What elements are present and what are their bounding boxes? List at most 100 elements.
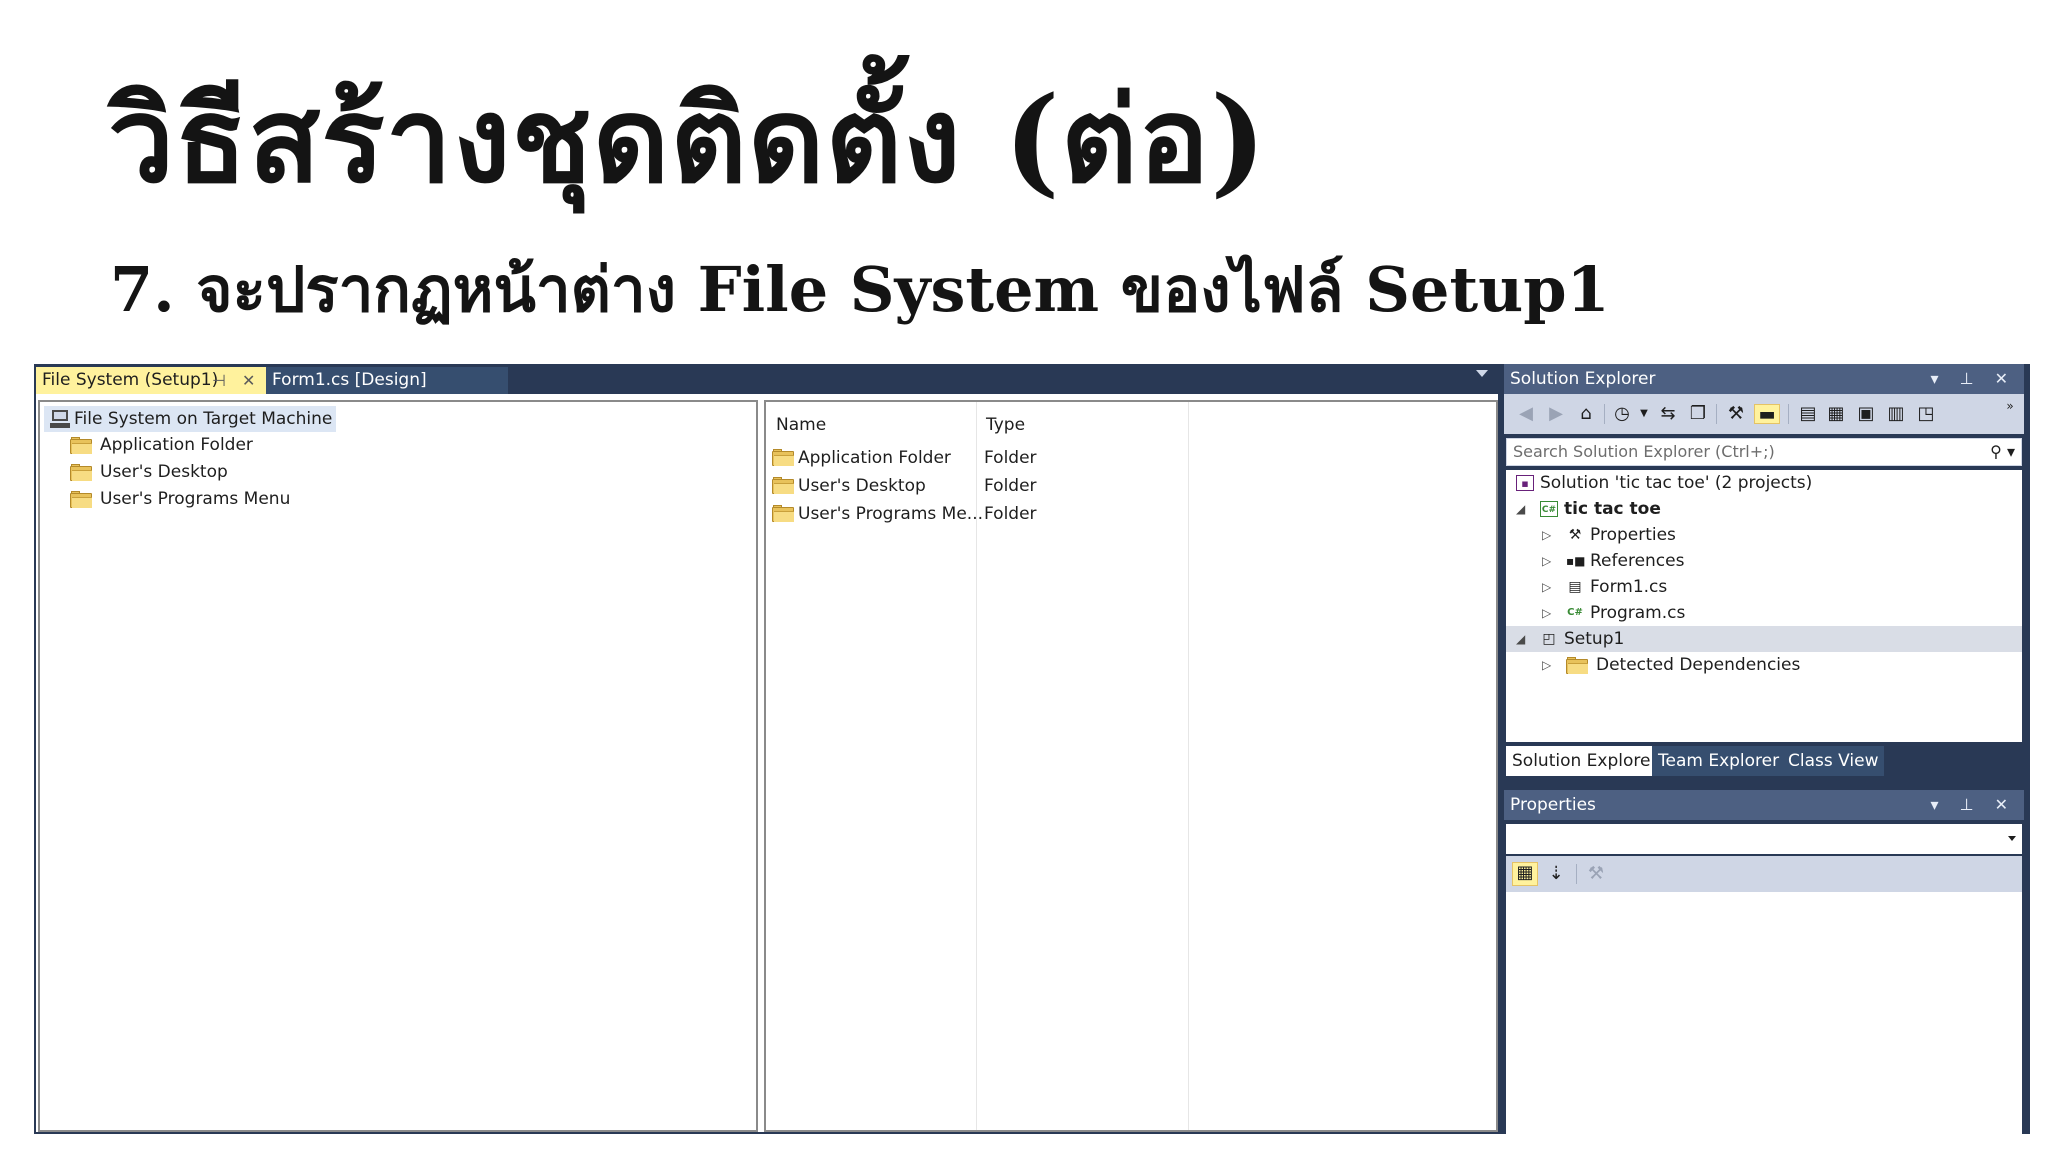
collapsed-arrow-icon[interactable]: ▷ — [1542, 574, 1551, 600]
list-item-type: Folder — [984, 448, 1037, 468]
toolbar-overflow-icon[interactable]: » — [2000, 396, 2020, 416]
tab-file-system-setup1[interactable]: File System (Setup1) ⊣ ✕ — [36, 367, 266, 394]
tree-item-application-folder[interactable]: Application Folder — [70, 432, 253, 458]
solution-explorer-panel: Solution Explorer ▾ ⊥ ✕ ◀ ▶ ⌂ ◷ ▼ ⇆ ❐ ⚒ … — [1504, 364, 2024, 784]
solution-explorer-tree: ▪ Solution 'tic tac toe' (2 projects) ◢ … — [1506, 470, 2022, 742]
tree-item-solution[interactable]: ▪ Solution 'tic tac toe' (2 projects) — [1506, 470, 2022, 496]
list-item-name: User's Programs Me... — [798, 504, 982, 524]
collapsed-arrow-icon[interactable]: ▷ — [1542, 522, 1551, 548]
computer-icon — [50, 410, 70, 428]
setup-project-icon: ◰ — [1542, 631, 1556, 647]
chevron-down-icon[interactable]: ▼ — [1634, 404, 1654, 424]
references-icon: ▪■ — [1566, 554, 1586, 568]
close-icon[interactable]: ✕ — [242, 367, 255, 394]
csharp-file-icon: C# — [1567, 607, 1583, 618]
csharp-project-icon: C# — [1540, 501, 1558, 517]
expanded-arrow-icon[interactable]: ◢ — [1516, 626, 1525, 652]
panel-window-controls[interactable]: ▾ ⊥ ✕ — [1930, 790, 2016, 820]
tree-item-label: User's Desktop — [100, 462, 228, 482]
collapsed-arrow-icon[interactable]: ▷ — [1542, 652, 1551, 678]
properties-toolbar: ▦ ⇣ ⚒ — [1506, 856, 2022, 892]
tree-item-properties[interactable]: ▷ ⚒ Properties — [1506, 522, 2022, 548]
tree-item-tic-tac-toe-project[interactable]: ◢ C# tic tac toe — [1506, 496, 2022, 522]
tree-item-users-desktop[interactable]: User's Desktop — [70, 459, 228, 485]
folder-icon — [772, 477, 794, 494]
class-diagram-icon[interactable]: ▦ — [1826, 404, 1846, 424]
column-separator[interactable] — [1188, 402, 1189, 1130]
search-icon[interactable]: ⚲ ▾ — [1990, 439, 2015, 465]
tree-item-label: Detected Dependencies — [1596, 655, 1801, 675]
tree-item-label: References — [1590, 551, 1685, 571]
list-item-name: User's Desktop — [798, 476, 926, 496]
tab-solution-explorer[interactable]: Solution Explorer — [1506, 746, 1664, 776]
file-list-pane: Name Type Application Folder Folder User… — [764, 400, 1498, 1132]
list-item[interactable]: Application Folder Folder — [766, 444, 1186, 472]
solution-icon: ▪ — [1516, 475, 1534, 491]
tree-item-label: tic tac toe — [1564, 499, 1661, 519]
file-system-tree-pane: File System on Target Machine Applicatio… — [38, 400, 758, 1132]
tree-item-label: Setup1 — [1564, 629, 1625, 649]
panel-window-controls[interactable]: ▾ ⊥ ✕ — [1930, 364, 2016, 394]
properties-panel: Properties ▾ ⊥ ✕ ▦ ⇣ ⚒ — [1504, 790, 2024, 1134]
solution-explorer-header[interactable]: Solution Explorer ▾ ⊥ ✕ — [1504, 364, 2024, 394]
tree-item-form1[interactable]: ▷ ▤ Form1.cs — [1506, 574, 2022, 600]
tree-item-label: Program.cs — [1590, 603, 1686, 623]
collapsed-arrow-icon[interactable]: ▷ — [1542, 600, 1551, 626]
tab-team-explorer[interactable]: Team Explorer — [1652, 746, 1786, 776]
column-header-type[interactable]: Type — [986, 412, 1025, 438]
expanded-arrow-icon[interactable]: ◢ — [1516, 496, 1525, 522]
slide-subtitle: 7. จะปรากฏหน้าต่าง File System ของไฟล์ S… — [110, 253, 1610, 326]
tab-label: Form1.cs [Design] — [272, 370, 427, 390]
tree-item-users-programs-menu[interactable]: User's Programs Menu — [70, 486, 290, 512]
file-system-editor-icon[interactable]: ▣ — [1856, 404, 1876, 424]
tab-class-view[interactable]: Class View — [1782, 746, 1885, 776]
list-item[interactable]: User's Programs Me... Folder — [766, 500, 1186, 528]
forward-icon[interactable]: ▶ — [1546, 404, 1566, 424]
tab-overflow-dropdown-icon[interactable] — [1476, 370, 1488, 377]
file-system-editor: File System on Target Machine Applicatio… — [34, 394, 1500, 1134]
tree-item-label: Solution 'tic tac toe' (2 projects) — [1540, 473, 1813, 493]
registry-editor-icon[interactable]: ▥ — [1886, 404, 1906, 424]
panel-title: Solution Explorer — [1510, 369, 1656, 389]
slide-title: วิธีสร้างชุดติดตั้ง (ต่อ) — [108, 70, 1268, 209]
chevron-down-icon[interactable] — [2008, 836, 2016, 841]
tree-item-references[interactable]: ▷ ▪■ References — [1506, 548, 2022, 574]
folder-icon — [70, 491, 92, 508]
home-icon[interactable]: ⌂ — [1576, 404, 1596, 424]
preview-selected-items-icon[interactable]: ▬ — [1754, 404, 1780, 425]
column-header-name[interactable]: Name — [776, 412, 826, 438]
folder-icon — [772, 505, 794, 522]
list-item[interactable]: User's Desktop Folder — [766, 472, 1186, 500]
tree-item-setup1[interactable]: ◢ ◰ Setup1 — [1506, 626, 2022, 652]
tree-item-label: Application Folder — [100, 435, 253, 455]
visual-studio-window: File System (Setup1) ⊣ ✕ Form1.cs [Desig… — [34, 364, 2030, 1134]
wrench-icon[interactable]: ⚒ — [1726, 404, 1746, 424]
pin-icon[interactable]: ⊣ — [212, 367, 226, 394]
tab-form1-design[interactable]: Form1.cs [Design] — [266, 367, 508, 394]
solution-explorer-search-input[interactable]: Search Solution Explorer (Ctrl+;) ⚲ ▾ — [1506, 438, 2022, 466]
tab-label: File System (Setup1) — [42, 370, 219, 390]
collapse-all-icon[interactable]: ❐ — [1688, 404, 1708, 424]
tree-item-file-system-root[interactable]: File System on Target Machine — [44, 406, 337, 432]
tree-item-label: Properties — [1590, 525, 1676, 545]
wrench-icon: ⚒ — [1568, 527, 1582, 543]
collapsed-arrow-icon[interactable]: ▷ — [1542, 548, 1551, 574]
back-icon[interactable]: ◀ — [1516, 404, 1536, 424]
tree-item-detected-dependencies[interactable]: ▷ Detected Dependencies — [1506, 652, 2022, 678]
custom-actions-icon[interactable]: ◳ — [1916, 404, 1936, 424]
tree-item-program[interactable]: ▷ C# Program.cs — [1506, 600, 2022, 626]
object-selector-dropdown[interactable] — [1506, 824, 2022, 854]
solution-explorer-bottom-tabs: Solution Explorer Team Explorer Class Vi… — [1504, 746, 2024, 776]
view-code-icon[interactable]: ▤ — [1798, 404, 1818, 424]
search-placeholder: Search Solution Explorer (Ctrl+;) — [1513, 442, 1775, 461]
categorized-icon[interactable]: ▦ — [1512, 862, 1538, 886]
property-pages-icon[interactable]: ⚒ — [1586, 864, 1606, 884]
folder-icon — [70, 464, 92, 481]
alphabetical-sort-icon[interactable]: ⇣ — [1546, 864, 1566, 884]
properties-header[interactable]: Properties ▾ ⊥ ✕ — [1504, 790, 2024, 820]
sync-icon[interactable]: ⇆ — [1658, 404, 1678, 424]
folder-icon — [1566, 657, 1588, 674]
tree-item-label: File System on Target Machine — [74, 409, 333, 429]
pending-changes-filter-icon[interactable]: ◷ — [1612, 404, 1632, 424]
folder-icon — [772, 449, 794, 466]
